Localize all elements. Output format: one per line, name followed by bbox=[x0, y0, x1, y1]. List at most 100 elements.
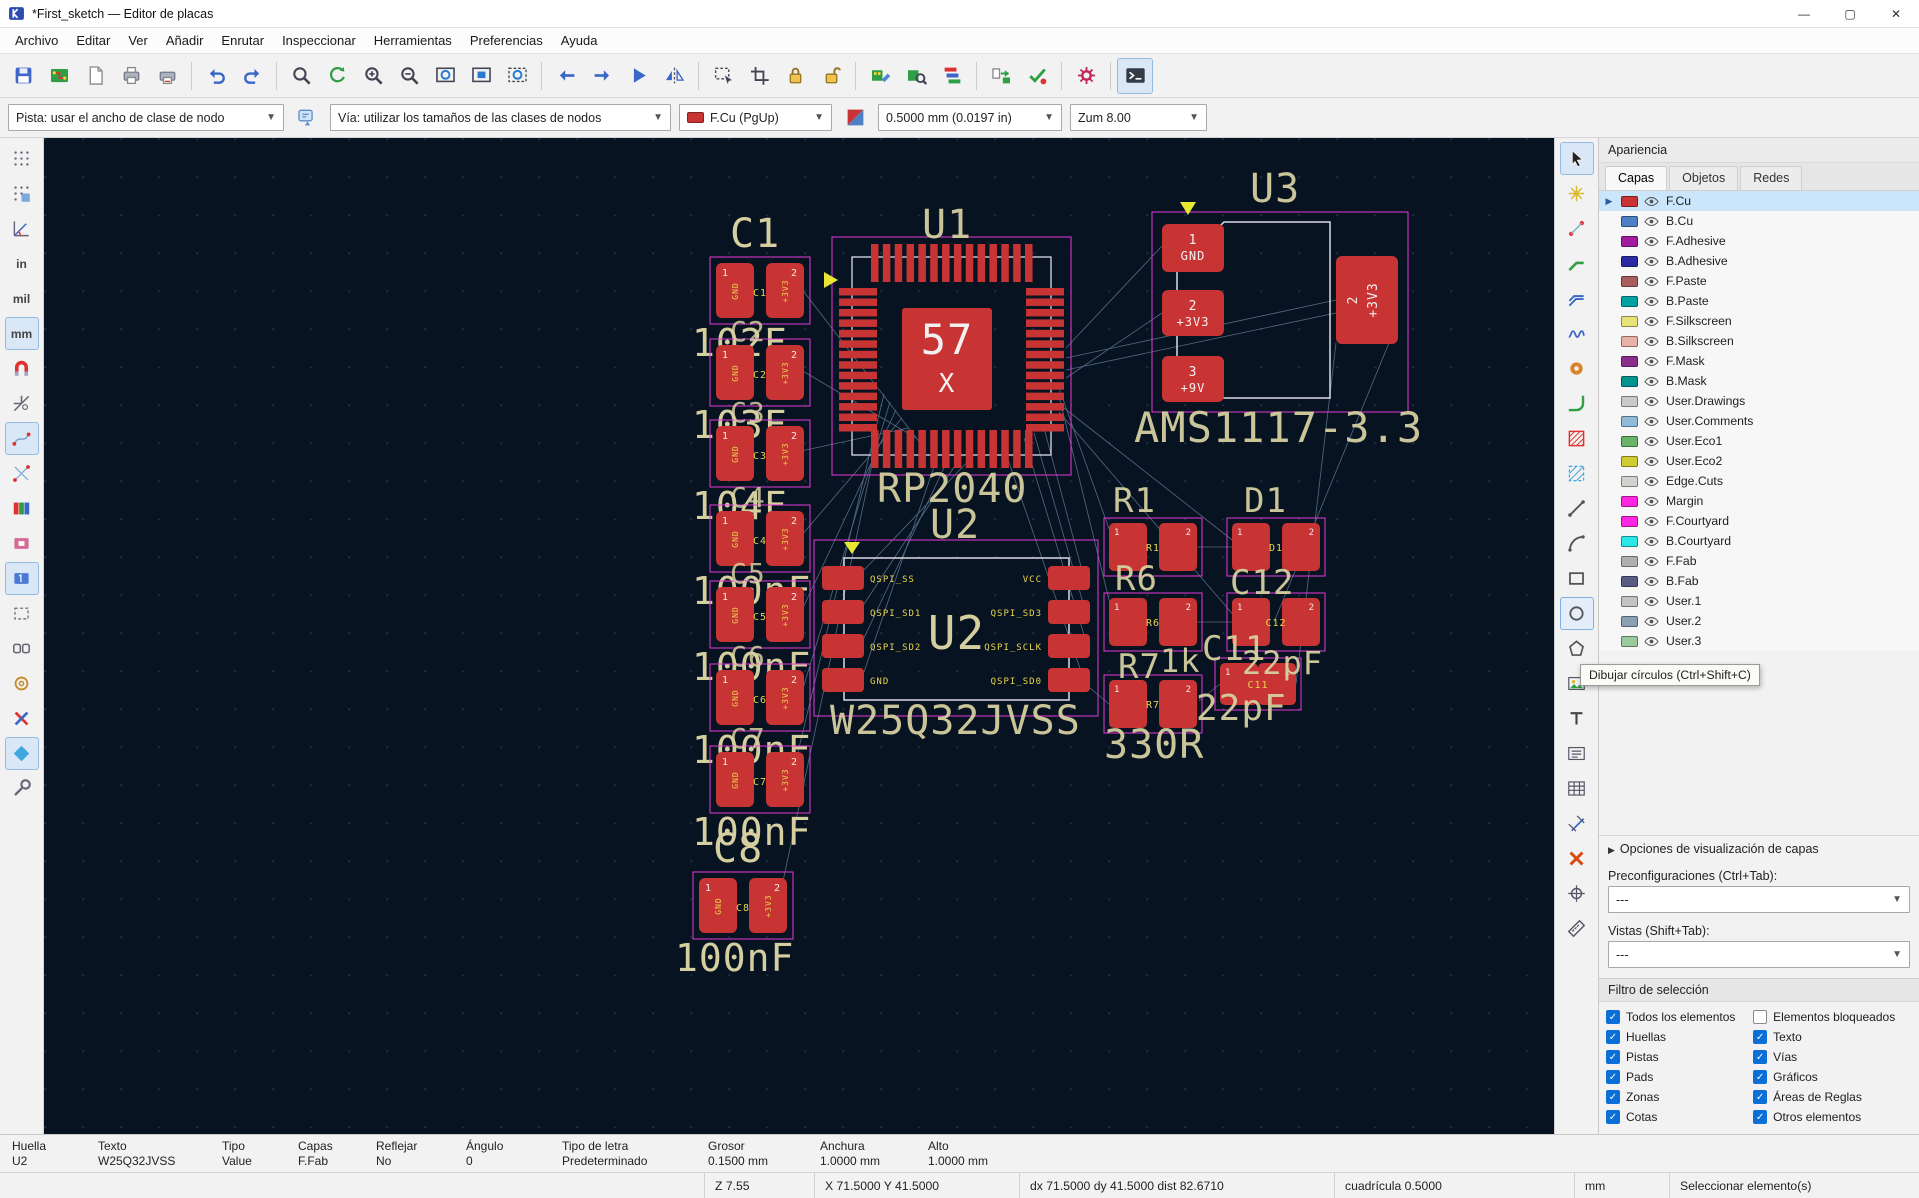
save-button[interactable] bbox=[5, 58, 41, 94]
sketch-pads-button[interactable] bbox=[5, 632, 39, 665]
layer-row-b-cu[interactable]: B.Cu bbox=[1599, 211, 1919, 231]
layer-row-b-adhesive[interactable]: B.Adhesive bbox=[1599, 251, 1919, 271]
route-differential-pairs-button[interactable] bbox=[1560, 282, 1594, 315]
maximize-button[interactable]: ▢ bbox=[1827, 0, 1873, 27]
layer-row-b-courtyard[interactable]: B.Courtyard bbox=[1599, 531, 1919, 551]
checkbox-otros-elementos[interactable]: ✓ bbox=[1753, 1110, 1768, 1124]
layer-row-user-3[interactable]: User.3 bbox=[1599, 631, 1919, 651]
grid-origin-button[interactable] bbox=[1560, 877, 1594, 910]
visibility-eye-icon[interactable] bbox=[1644, 433, 1660, 449]
pad-numbers-button[interactable] bbox=[4, 562, 39, 595]
visibility-eye-icon[interactable] bbox=[1644, 533, 1660, 549]
layer-color-swatch[interactable] bbox=[1621, 295, 1638, 307]
visibility-eye-icon[interactable] bbox=[1644, 593, 1660, 609]
draw-circle-button[interactable] bbox=[1559, 597, 1594, 630]
highlight-net-button[interactable] bbox=[1560, 177, 1594, 210]
layer-row-f-cu[interactable]: ▶ F.Cu bbox=[1599, 191, 1919, 211]
visibility-eye-icon[interactable] bbox=[1644, 253, 1660, 269]
visibility-eye-icon[interactable] bbox=[1644, 413, 1660, 429]
tune-track-length-button[interactable] bbox=[1560, 317, 1594, 350]
pad-net-names-button[interactable] bbox=[5, 527, 39, 560]
filter-otros-elementos[interactable]: ✓ Otros elementos bbox=[1753, 1110, 1912, 1124]
menu-inspeccionar[interactable]: Inspeccionar bbox=[273, 29, 365, 52]
filter-elementos-bloqueados[interactable]: Elementos bloqueados bbox=[1753, 1010, 1912, 1024]
layer-row-b-mask[interactable]: B.Mask bbox=[1599, 371, 1919, 391]
checkbox-pads[interactable]: ✓ bbox=[1606, 1070, 1620, 1084]
layer-color-swatch[interactable] bbox=[1621, 315, 1638, 327]
layer-color-swatch[interactable] bbox=[1621, 355, 1638, 367]
filter-pistas[interactable]: ✓ Pistas bbox=[1606, 1050, 1753, 1064]
add-table-button[interactable] bbox=[1560, 772, 1594, 805]
checkbox-cotas[interactable]: ✓ bbox=[1606, 1110, 1620, 1124]
find-button[interactable] bbox=[283, 58, 319, 94]
flip-board-view-button[interactable] bbox=[656, 58, 692, 94]
net-colors-button[interactable] bbox=[5, 492, 39, 525]
draw-line-button[interactable] bbox=[1560, 492, 1594, 525]
layer-color-swatch[interactable] bbox=[1621, 395, 1638, 407]
filter-cotas[interactable]: ✓ Cotas bbox=[1606, 1110, 1753, 1124]
redo-from-file-button[interactable] bbox=[584, 58, 620, 94]
checkbox-vias[interactable]: ✓ bbox=[1753, 1050, 1768, 1064]
menu-archivo[interactable]: Archivo bbox=[6, 29, 67, 52]
curved-ratsnest-button[interactable] bbox=[5, 457, 39, 490]
route-tracks-button[interactable] bbox=[1560, 247, 1594, 280]
grid-overrides-button[interactable] bbox=[5, 177, 39, 210]
visibility-eye-icon[interactable] bbox=[1644, 513, 1660, 529]
add-text-button[interactable] bbox=[1560, 702, 1594, 735]
layer-pair-button[interactable] bbox=[840, 104, 870, 132]
visibility-eye-icon[interactable] bbox=[1644, 373, 1660, 389]
zoom-fit-page-button[interactable] bbox=[427, 58, 463, 94]
footprint-editor-button[interactable] bbox=[862, 58, 898, 94]
menu-anadir[interactable]: Añadir bbox=[157, 29, 213, 52]
layer-color-swatch[interactable] bbox=[1621, 375, 1638, 387]
board-setup-button[interactable] bbox=[41, 58, 77, 94]
checkbox-todos-los-elementos[interactable]: ✓ bbox=[1606, 1010, 1620, 1024]
print-button[interactable] bbox=[113, 58, 149, 94]
layer-row-user-eco2[interactable]: User.Eco2 bbox=[1599, 451, 1919, 471]
layer-row-f-fab[interactable]: F.Fab bbox=[1599, 551, 1919, 571]
visibility-eye-icon[interactable] bbox=[1644, 393, 1660, 409]
layer-row-b-silkscreen[interactable]: B.Silkscreen bbox=[1599, 331, 1919, 351]
edit-netclasses-button[interactable] bbox=[292, 104, 322, 132]
presets-dropdown[interactable]: --- ▼ bbox=[1608, 886, 1910, 913]
layer-row-edge-cuts[interactable]: Edge.Cuts bbox=[1599, 471, 1919, 491]
layer-color-swatch[interactable] bbox=[1621, 435, 1638, 447]
minimize-button[interactable]: — bbox=[1781, 0, 1827, 27]
menu-herramientas[interactable]: Herramientas bbox=[365, 29, 461, 52]
visibility-eye-icon[interactable] bbox=[1644, 493, 1660, 509]
visibility-eye-icon[interactable] bbox=[1644, 453, 1660, 469]
filter-zonas[interactable]: ✓ Zonas bbox=[1606, 1090, 1753, 1104]
filter-texto[interactable]: ✓ Texto bbox=[1753, 1030, 1912, 1044]
layer-color-swatch[interactable] bbox=[1621, 335, 1638, 347]
pcb-drawing[interactable]: 1 2GND +3V3C1102FC11 2GND +3V3C2103FC21 2GND +… bbox=[44, 138, 1554, 1134]
layer-row-b-fab[interactable]: B.Fab bbox=[1599, 571, 1919, 591]
select-area-button[interactable] bbox=[705, 58, 741, 94]
layer-row-f-paste[interactable]: F.Paste bbox=[1599, 271, 1919, 291]
visibility-eye-icon[interactable] bbox=[1644, 293, 1660, 309]
layer-stackup-button[interactable] bbox=[934, 58, 970, 94]
visibility-eye-icon[interactable] bbox=[1644, 213, 1660, 229]
undo-from-file-button[interactable] bbox=[548, 58, 584, 94]
visibility-eye-icon[interactable] bbox=[1644, 233, 1660, 249]
visibility-eye-icon[interactable] bbox=[1644, 273, 1660, 289]
scripting-console-button[interactable] bbox=[1117, 57, 1153, 94]
checkbox-pistas[interactable]: ✓ bbox=[1606, 1050, 1620, 1064]
layer-row-user-1[interactable]: User.1 bbox=[1599, 591, 1919, 611]
plugins-button[interactable] bbox=[1068, 58, 1104, 94]
checkbox-elementos-bloqueados[interactable] bbox=[1753, 1010, 1768, 1024]
menu-preferencias[interactable]: Preferencias bbox=[461, 29, 552, 52]
polar-coordinates-button[interactable] bbox=[5, 212, 39, 245]
checkbox-areas-de-reglas[interactable]: ✓ bbox=[1753, 1090, 1768, 1104]
track-width-dropdown[interactable]: Pista: usar el ancho de clase de nodo ▼ bbox=[8, 104, 284, 131]
layer-display-options[interactable]: ▶ Opciones de visualización de capas bbox=[1599, 835, 1919, 862]
units-mils-button[interactable]: mil bbox=[5, 282, 39, 315]
checkbox-graficos[interactable]: ✓ bbox=[1753, 1070, 1768, 1084]
show-ratsnest-button[interactable] bbox=[4, 422, 39, 455]
layer-color-swatch[interactable] bbox=[1621, 215, 1638, 227]
plot-button[interactable] bbox=[149, 58, 185, 94]
layer-row-b-paste[interactable]: B.Paste bbox=[1599, 291, 1919, 311]
local-ratsnest-button[interactable] bbox=[1560, 212, 1594, 245]
views-dropdown[interactable]: --- ▼ bbox=[1608, 941, 1910, 968]
filter-graficos[interactable]: ✓ Gráficos bbox=[1753, 1070, 1912, 1084]
visibility-eye-icon[interactable] bbox=[1644, 473, 1660, 489]
